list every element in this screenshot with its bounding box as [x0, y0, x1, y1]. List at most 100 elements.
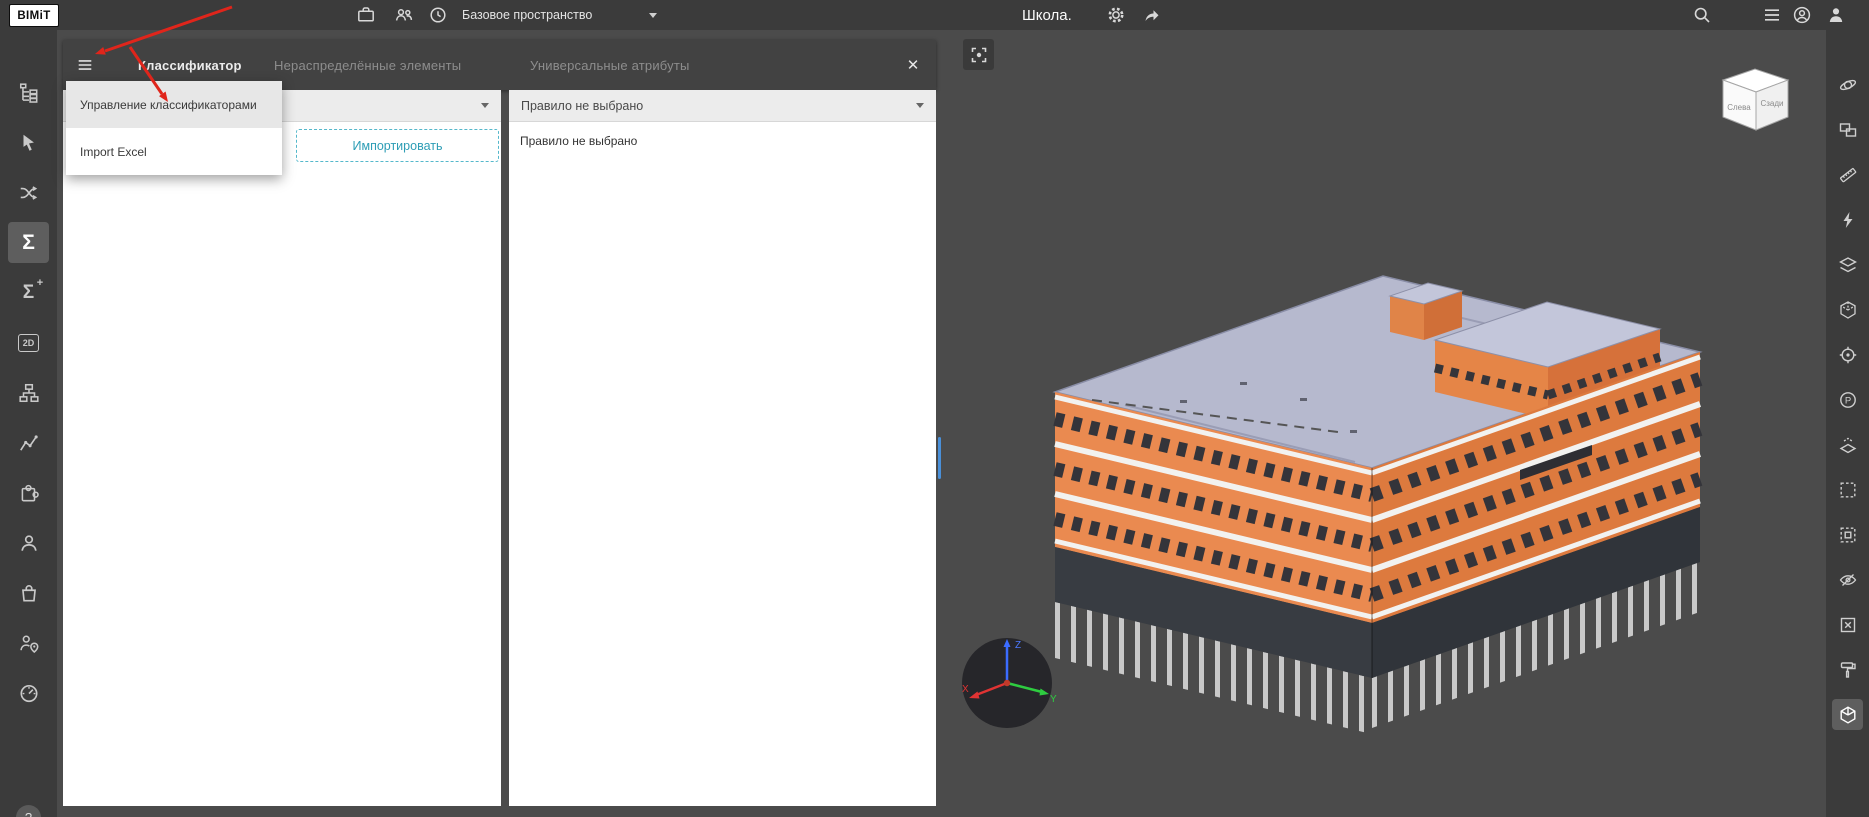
user-button[interactable]	[1822, 0, 1850, 30]
team-button[interactable]	[390, 0, 418, 30]
model-tree-icon	[19, 82, 37, 103]
select-pointer-icon	[23, 134, 34, 151]
section-planes-button[interactable]	[1832, 249, 1863, 280]
focus-target-button[interactable]	[1832, 339, 1863, 370]
tool-summary-add[interactable]: Σ +	[8, 272, 49, 313]
classifier-context-menu: Управление классификаторами Import Excel	[66, 81, 282, 175]
hide-eye-icon	[1839, 573, 1856, 586]
isolate-box-icon	[1840, 617, 1855, 632]
help-question-icon: ?	[25, 810, 32, 817]
chevron-down-icon	[649, 12, 657, 18]
parking-icon: P	[1839, 391, 1856, 408]
tab-unassigned-elements[interactable]: Нераспределённые элементы	[274, 40, 461, 90]
help-button[interactable]: ?	[16, 805, 41, 817]
menu-item-manage-classifiers[interactable]: Управление классификаторами	[66, 81, 282, 128]
rule-select-dropdown[interactable]: Правило не выбрано	[509, 90, 936, 122]
tool-connections[interactable]	[8, 172, 49, 213]
panel-scrollbar-thumb[interactable]	[938, 437, 941, 479]
rule-empty-message: Правило не выбрано	[520, 134, 638, 148]
tool-staff-location[interactable]	[8, 622, 49, 663]
clash-button[interactable]	[1832, 204, 1863, 235]
clip-plane-icon	[1839, 437, 1856, 453]
paint-button[interactable]	[1832, 654, 1863, 685]
hide-region-button[interactable]	[1832, 519, 1863, 550]
focus-target-icon	[1839, 346, 1856, 363]
close-panel-button[interactable]: ✕	[902, 54, 924, 76]
tool-plugins[interactable]	[8, 472, 49, 513]
tool-hierarchy[interactable]	[8, 372, 49, 413]
import-button[interactable]: Импортировать	[296, 129, 499, 162]
axis-gizmo[interactable]: Z X Y	[958, 632, 1058, 732]
tool-model-tree[interactable]	[8, 72, 49, 113]
cube-face-right-label: Сзади	[1760, 99, 1783, 108]
tool-2d-view[interactable]: 2D	[8, 322, 49, 363]
menu-list-button[interactable]	[1758, 0, 1786, 30]
measure-button[interactable]	[1832, 159, 1863, 190]
views-button[interactable]	[1832, 114, 1863, 145]
close-icon: ✕	[906, 57, 920, 74]
section-box-button[interactable]	[1832, 294, 1863, 325]
cube-face-left-label: Слева	[1727, 103, 1751, 112]
building-roof	[1052, 275, 1703, 469]
gauge-icon	[19, 684, 38, 702]
select-region-icon	[1840, 482, 1856, 498]
navigation-cube[interactable]: Слева Сзади	[1705, 60, 1805, 145]
settings-button[interactable]	[1102, 0, 1130, 30]
2d-view-icon: 2D	[17, 333, 40, 352]
workspace-selector[interactable]: Базовое пространство	[462, 0, 657, 30]
puzzle-icon	[21, 484, 39, 501]
tool-summary[interactable]: Σ	[8, 222, 49, 263]
tool-procurement[interactable]	[8, 572, 49, 613]
hide-elements-button[interactable]	[1832, 564, 1863, 595]
isolate-button[interactable]	[1832, 609, 1863, 640]
hide-region-icon	[1840, 527, 1856, 543]
procurement-bag-icon	[21, 584, 36, 602]
parking-plan-button[interactable]: P	[1832, 384, 1863, 415]
tool-person[interactable]	[8, 522, 49, 563]
axis-y-label: Y	[1050, 694, 1057, 705]
hierarchy-icon	[18, 383, 39, 402]
analytics-icon	[19, 434, 38, 451]
select-region-button[interactable]	[1832, 474, 1863, 505]
tab-universal-attributes[interactable]: Универсальные атрибуты	[530, 40, 690, 90]
history-button[interactable]	[424, 0, 452, 30]
person-location-icon	[19, 635, 38, 653]
axis-x-label: X	[962, 684, 969, 695]
building-piles-right	[1372, 561, 1700, 728]
model-display-button[interactable]	[1832, 699, 1863, 730]
paint-roller-icon	[1840, 661, 1856, 678]
classifier-menu-button[interactable]	[73, 53, 97, 77]
viewport-toolbar: P	[1826, 30, 1869, 817]
account-button[interactable]	[1788, 0, 1816, 30]
account-circle-icon	[1793, 6, 1811, 24]
menu-list-icon	[1765, 9, 1779, 21]
settings-gear-icon	[1108, 7, 1124, 23]
share-button[interactable]	[1138, 0, 1166, 30]
briefcase-icon	[358, 7, 374, 22]
briefcase-button[interactable]	[352, 0, 380, 30]
tool-analytics[interactable]	[8, 422, 49, 463]
sigma-icon: Σ	[22, 231, 35, 254]
model-cube-icon	[1840, 705, 1855, 724]
clash-bolt-icon	[1843, 211, 1852, 228]
chevron-down-icon	[481, 103, 489, 108]
section-planes-icon	[1838, 256, 1857, 272]
clip-plane-button[interactable]	[1832, 429, 1863, 460]
ruler-icon	[1839, 167, 1856, 182]
building-piles-left	[1055, 602, 1372, 735]
roof-vents	[1150, 370, 1617, 433]
orbit-button[interactable]	[1832, 69, 1863, 100]
search-button[interactable]	[1688, 0, 1716, 30]
top-bar: BIMiT Базовое пространство Школа.	[0, 0, 1869, 30]
classifier-tree-pane: Импортировать	[63, 90, 501, 806]
share-icon	[1145, 10, 1159, 21]
viewport-focus-button[interactable]	[963, 39, 994, 70]
tool-select[interactable]	[8, 122, 49, 163]
app-logo[interactable]: BIMiT	[9, 4, 59, 27]
sigma-plus-icon: Σ +	[22, 277, 44, 303]
menu-item-import-excel[interactable]: Import Excel	[66, 128, 282, 175]
tool-dashboard[interactable]	[8, 672, 49, 713]
rule-dropdown-value: Правило не выбрано	[521, 98, 644, 113]
connections-icon	[20, 185, 37, 200]
chevron-down-icon	[916, 103, 924, 108]
